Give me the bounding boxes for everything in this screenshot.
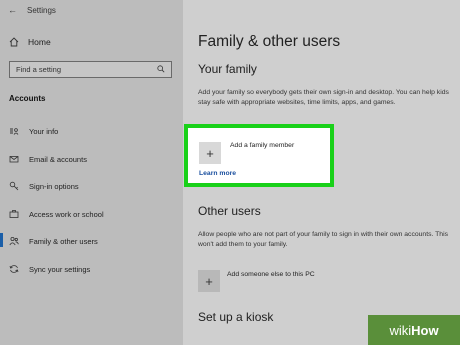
- wikihow-watermark: wiki How: [368, 315, 460, 345]
- sync-icon: [9, 264, 19, 274]
- search-placeholder: Find a setting: [16, 65, 62, 74]
- page-title: Family & other users: [198, 33, 341, 50]
- briefcase-icon: [9, 209, 19, 219]
- sidebar-item-access-work[interactable]: Access work or school: [9, 209, 104, 219]
- home-icon: [9, 37, 19, 47]
- sidebar-item-label: Sync your settings: [29, 264, 91, 274]
- add-someone-button[interactable]: Add someone else to this PC: [227, 271, 315, 278]
- add-family-member-plus-icon[interactable]: +: [199, 142, 221, 164]
- learn-more-link[interactable]: Learn more: [199, 170, 236, 177]
- sidebar-item-label: Sign-in options: [29, 181, 79, 191]
- sidebar-item-label: Access work or school: [29, 209, 104, 219]
- add-someone-plus-icon[interactable]: +: [198, 270, 220, 292]
- watermark-prefix: wiki: [389, 322, 412, 338]
- sidebar-item-your-info[interactable]: Your info: [9, 126, 58, 136]
- sidebar: ← Settings Home Find a setting Accounts …: [0, 0, 183, 345]
- kiosk-heading: Set up a kiosk: [198, 310, 274, 324]
- your-family-description: Add your family so everybody gets their …: [198, 89, 449, 106]
- watermark-suffix: How: [411, 322, 439, 338]
- sidebar-item-label: Email & accounts: [29, 154, 87, 164]
- people-icon: [9, 236, 19, 246]
- sidebar-item-family-other-users[interactable]: Family & other users: [0, 233, 98, 247]
- sidebar-item-email-accounts[interactable]: Email & accounts: [9, 154, 87, 164]
- section-label-accounts: Accounts: [9, 94, 46, 103]
- search-input[interactable]: Find a setting: [9, 61, 172, 78]
- back-arrow-icon[interactable]: ←: [8, 5, 17, 15]
- mail-icon: [9, 154, 19, 164]
- sidebar-item-label: Family & other users: [29, 236, 98, 246]
- sidebar-item-sync-settings[interactable]: Sync your settings: [9, 264, 90, 274]
- other-users-heading: Other users: [198, 204, 261, 218]
- your-family-heading: Your family: [198, 62, 257, 76]
- main-content: Family & other users Your family Add you…: [183, 0, 460, 345]
- add-family-member-button[interactable]: Add a family member: [230, 142, 294, 149]
- key-icon: [9, 181, 19, 191]
- person-card-icon: [9, 126, 19, 136]
- home-label: Home: [28, 37, 51, 47]
- family-member-highlight: + Add a family member Learn more: [184, 124, 334, 187]
- sidebar-item-label: Your info: [29, 126, 59, 136]
- window-title: Settings: [27, 5, 56, 15]
- search-icon[interactable]: [157, 64, 165, 75]
- home-link[interactable]: Home: [9, 37, 51, 47]
- other-users-description: Allow people who are not part of your fa…: [198, 231, 448, 248]
- sidebar-item-sign-in-options[interactable]: Sign-in options: [9, 181, 79, 191]
- title-bar: ← Settings: [8, 5, 56, 15]
